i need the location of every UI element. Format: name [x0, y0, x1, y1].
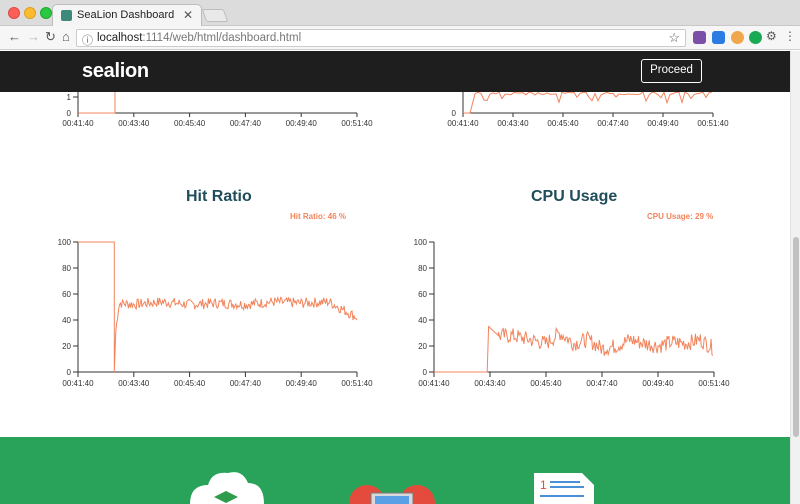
address-bar[interactable]: ⓘ localhost:1114/web/html/dashboard.html… — [76, 29, 686, 47]
x-tick-label: 00:47:40 — [230, 119, 262, 128]
y-tick-label: 20 — [62, 342, 71, 351]
extension-grammarly-icon[interactable] — [749, 31, 762, 44]
browser-tab[interactable]: SeaLion Dashboard ✕ — [52, 4, 202, 26]
reload-icon[interactable]: ↻ — [45, 29, 56, 45]
tab-close-icon[interactable]: ✕ — [183, 8, 193, 22]
x-tick-label: 00:49:40 — [286, 379, 318, 388]
browser-menu-icon[interactable]: ⋮ — [784, 29, 796, 43]
dashboard-content: 1 0 00:41:40 00:43:40 00:45:40 00:47:40 00:4… — [0, 92, 790, 437]
x-tick-label: 00:51:40 — [697, 119, 729, 128]
features-footer: 1 — [0, 437, 790, 504]
app-header: sealion Proceed — [0, 51, 790, 92]
extension-cookie-icon[interactable] — [731, 31, 744, 44]
x-tick-label: 00:49:40 — [286, 119, 318, 128]
x-tick-label: 00:41:40 — [62, 379, 94, 388]
x-tick-label: 00:43:40 — [474, 379, 506, 388]
x-tick-label: 00:47:40 — [597, 119, 629, 128]
x-tick-label: 00:51:40 — [341, 119, 373, 128]
y-tick-label: 20 — [418, 342, 427, 351]
y-tick-label: 0 — [67, 368, 72, 377]
proceed-button[interactable]: Proceed — [641, 59, 702, 83]
sealion-favicon-icon — [61, 10, 72, 21]
extension-gear-icon[interactable]: ⚙ — [766, 29, 777, 43]
x-tick-label: 00:51:40 — [341, 379, 373, 388]
x-tick-label: 00:49:40 — [647, 119, 679, 128]
url-text: localhost:1114/web/html/dashboard.html — [97, 32, 302, 44]
x-tick-label: 00:49:40 — [642, 379, 674, 388]
report-document-icon: 1 — [534, 473, 594, 504]
heart-monitor-icon — [349, 485, 435, 504]
window-close-button[interactable] — [8, 7, 20, 19]
window-zoom-button[interactable] — [40, 7, 52, 19]
page-info-icon[interactable]: ⓘ — [82, 32, 93, 48]
hit-ratio-readout: Hit Ratio: 46 % — [290, 212, 347, 221]
page-scrollbar[interactable] — [790, 51, 800, 504]
x-tick-label: 00:45:40 — [174, 119, 206, 128]
x-tick-label: 00:47:40 — [586, 379, 618, 388]
x-tick-label: 00:43:40 — [497, 119, 529, 128]
y-tick-label: 60 — [62, 290, 71, 299]
browser-tabbar: SeaLion Dashboard ✕ — [0, 0, 800, 26]
series-line — [463, 92, 713, 114]
back-icon[interactable]: ← — [8, 29, 21, 44]
y-tick-label: 60 — [418, 290, 427, 299]
extension-purple-icon[interactable] — [693, 31, 706, 44]
series-line — [434, 325, 714, 373]
scrollbar-thumb[interactable] — [793, 237, 799, 437]
svg-text:1: 1 — [540, 478, 547, 492]
extension-blue-icon[interactable] — [712, 31, 725, 44]
window-minimize-button[interactable] — [24, 7, 36, 19]
top-right-chart: 0 00:41:40 00:43:40 00:45:40 00:47:40 00:49:… — [447, 92, 729, 128]
cpu-usage-readout: CPU Usage: 29 % — [647, 212, 714, 221]
forward-icon[interactable]: → — [27, 29, 40, 44]
x-tick-label: 00:41:40 — [62, 119, 94, 128]
y-tick-label: 0 — [423, 368, 428, 377]
x-tick-label: 00:47:40 — [230, 379, 262, 388]
y-tick-label: 1 — [67, 93, 72, 102]
cloud-box-icon — [190, 472, 264, 504]
y-tick-label: 100 — [414, 238, 428, 247]
y-tick-label: 40 — [418, 316, 427, 325]
tab-title: SeaLion Dashboard — [77, 9, 175, 21]
top-left-chart: 1 0 00:41:40 00:43:40 00:45:40 00:47:40 00:4… — [62, 92, 373, 128]
y-tick-label: 0 — [67, 109, 72, 118]
sealion-logo[interactable]: sealion — [82, 60, 149, 83]
cpu-usage-chart: 0 20 40 60 80 100 00:41:40 00:43:40 00:45:40 00:4… — [414, 238, 730, 388]
series-line — [78, 241, 358, 373]
x-tick-label: 00:41:40 — [418, 379, 450, 388]
x-tick-label: 00:43:40 — [118, 119, 150, 128]
x-tick-label: 00:41:40 — [447, 119, 479, 128]
y-tick-label: 0 — [452, 109, 457, 118]
x-tick-label: 00:51:40 — [698, 379, 730, 388]
browser-toolbar: ← → ↻ ⌂ ⓘ localhost:1114/web/html/dashbo… — [0, 26, 800, 50]
bookmark-star-icon[interactable]: ☆ — [668, 30, 680, 46]
y-tick-label: 40 — [62, 316, 71, 325]
x-tick-label: 00:45:40 — [174, 379, 206, 388]
hit-ratio-chart: 0 20 40 60 80 100 00:41:40 00:43:40 00:45:40 00:4… — [58, 238, 373, 388]
x-tick-label: 00:43:40 — [118, 379, 150, 388]
y-tick-label: 80 — [62, 264, 71, 273]
series-line — [78, 92, 116, 114]
home-icon[interactable]: ⌂ — [62, 29, 70, 44]
cpu-usage-title: CPU Usage — [531, 188, 618, 205]
y-tick-label: 80 — [418, 264, 427, 273]
y-tick-label: 100 — [58, 238, 72, 247]
x-tick-label: 00:45:40 — [530, 379, 562, 388]
hit-ratio-title: Hit Ratio — [186, 188, 252, 205]
new-tab-button[interactable] — [201, 9, 229, 22]
x-tick-label: 00:45:40 — [547, 119, 579, 128]
